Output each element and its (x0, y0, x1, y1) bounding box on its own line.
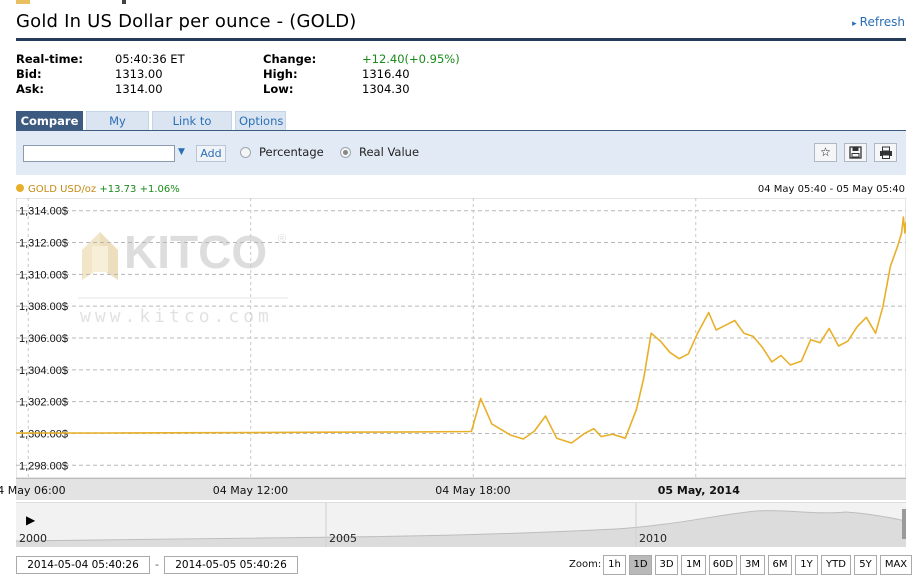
realtime-label: Real-time: (16, 52, 83, 66)
x-tick-label: 04 May 18:00 (435, 484, 511, 497)
watermark-brand: KITCO (124, 226, 267, 278)
zoom-button-60d[interactable]: 60D (709, 555, 737, 575)
navigator-handle[interactable] (902, 509, 906, 539)
price-chart[interactable]: KITCO ® www.kitco.com 1,314.00$ 1,312.00$… (16, 198, 906, 478)
zoom-button-max[interactable]: MAX (880, 555, 912, 575)
navigator-history-area (16, 503, 906, 547)
favorite-button[interactable]: ☆ (814, 143, 837, 162)
save-button[interactable] (844, 143, 867, 162)
zoom-button-3d[interactable]: 3D (655, 555, 678, 575)
zoom-button-1m[interactable]: 1M (681, 555, 706, 575)
y-tick-label: 1,304.00$ (19, 365, 68, 377)
top-banner-fragment-dark (122, 0, 126, 4)
print-icon (879, 146, 892, 159)
legend-change-pct: +1.06% (139, 184, 180, 195)
quote-left-block: Real-time: 05:40:36 ET Bid: 1313.00 Ask:… (16, 52, 256, 98)
low-label: Low: (263, 82, 294, 96)
symbol-input[interactable] (23, 145, 175, 162)
bid-label: Bid: (16, 67, 42, 81)
high-value: 1316.40 (362, 67, 410, 81)
nav-year-2000: 2000 (19, 532, 47, 545)
zoom-label: Zoom: (569, 559, 602, 570)
y-tick-label: 1,302.00$ (19, 397, 68, 409)
zoom-button-ytd[interactable]: YTD (821, 555, 851, 575)
x-tick-label: 04 May 06:00 (0, 484, 66, 497)
y-tick-label: 1,298.00$ (19, 460, 68, 472)
tab-link-to-chart[interactable]: Link to chart (152, 111, 232, 147)
tab-compare[interactable]: Compare (16, 111, 83, 131)
gold-chart-page: Gold In US Dollar per ounce - (GOLD) ▸ Re… (0, 0, 915, 588)
real-value-label: Real Value (359, 145, 420, 159)
bid-value: 1313.00 (115, 67, 163, 81)
watermark-url: www.kitco.com (80, 306, 273, 327)
percentage-label: Percentage (259, 145, 324, 159)
x-tick-label: 05 May, 2014 (657, 484, 740, 497)
refresh-label: Refresh (859, 15, 905, 29)
top-banner-fragment (16, 0, 30, 4)
x-axis: 04 May 06:00 04 May 12:00 04 May 18:00 05 M… (0, 478, 906, 500)
registered-icon: ® (278, 233, 286, 245)
header-divider (16, 38, 906, 41)
star-icon: ☆ (820, 145, 831, 159)
y-tick-label: 1,312.00$ (19, 238, 68, 250)
zoom-button-1d[interactable]: 1D (629, 555, 652, 575)
compare-toolbar: ▼ Add Percentage Real Value ☆ (16, 131, 906, 175)
tab-options[interactable]: Options (235, 111, 286, 131)
zoom-button-1y[interactable]: 1Y (795, 555, 818, 575)
save-icon (849, 146, 862, 159)
legend-change-abs: +13.73 (99, 184, 137, 195)
nav-year-2005: 2005 (329, 532, 357, 545)
y-tick-label: 1,314.00$ (19, 206, 68, 218)
zoom-button-6m[interactable]: 6M (768, 555, 792, 575)
y-tick-label: 1,300.00$ (19, 428, 68, 440)
range-navigator[interactable]: ▶ 2000 2005 2010 (16, 502, 906, 547)
percentage-radio[interactable] (240, 147, 251, 158)
series-dot-icon (16, 184, 24, 192)
date-range-label: 04 May 05:40 - 05 May 05:40 (757, 184, 905, 195)
y-tick-label: 1,310.00$ (19, 269, 68, 281)
to-date-input[interactable]: 2014-05-05 05:40:26 (164, 556, 298, 574)
refresh-link[interactable]: ▸ Refresh (852, 15, 905, 29)
tab-my-charts[interactable]: My charts (86, 111, 149, 147)
from-date-input[interactable]: 2014-05-04 05:40:26 (16, 556, 150, 574)
zoom-button-3m[interactable]: 3M (740, 555, 765, 575)
chevron-right-icon: ▸ (852, 19, 857, 29)
ask-label: Ask: (16, 82, 44, 96)
print-button[interactable] (874, 143, 897, 162)
series-legend: GOLD USD/oz +13.73 +1.06% (16, 184, 180, 195)
ask-value: 1314.00 (115, 82, 163, 96)
realtime-value: 05:40:36 ET (115, 52, 185, 66)
y-tick-label: 1,308.00$ (19, 301, 68, 313)
nav-year-2010: 2010 (639, 532, 667, 545)
zoom-button-5y[interactable]: 5Y (854, 555, 877, 575)
change-label: Change: (263, 52, 317, 66)
add-button[interactable]: Add (196, 145, 226, 162)
high-label: High: (263, 67, 298, 81)
y-tick-label: 1,306.00$ (19, 333, 68, 345)
date-separator: - (155, 558, 159, 571)
legend-series-label: GOLD USD/oz (28, 184, 97, 195)
page-title: Gold In US Dollar per ounce - (GOLD) (16, 11, 357, 32)
real-value-radio[interactable] (340, 147, 351, 158)
zoom-button-1h[interactable]: 1h (603, 555, 626, 575)
low-value: 1304.30 (362, 82, 410, 96)
x-tick-label: 04 May 12:00 (212, 484, 289, 497)
change-value: +12.40(+0.95%) (362, 52, 460, 66)
dropdown-arrow-icon[interactable]: ▼ (178, 147, 185, 157)
quote-right-block: Change: +12.40(+0.95%) High: 1316.40 Low… (263, 52, 503, 98)
